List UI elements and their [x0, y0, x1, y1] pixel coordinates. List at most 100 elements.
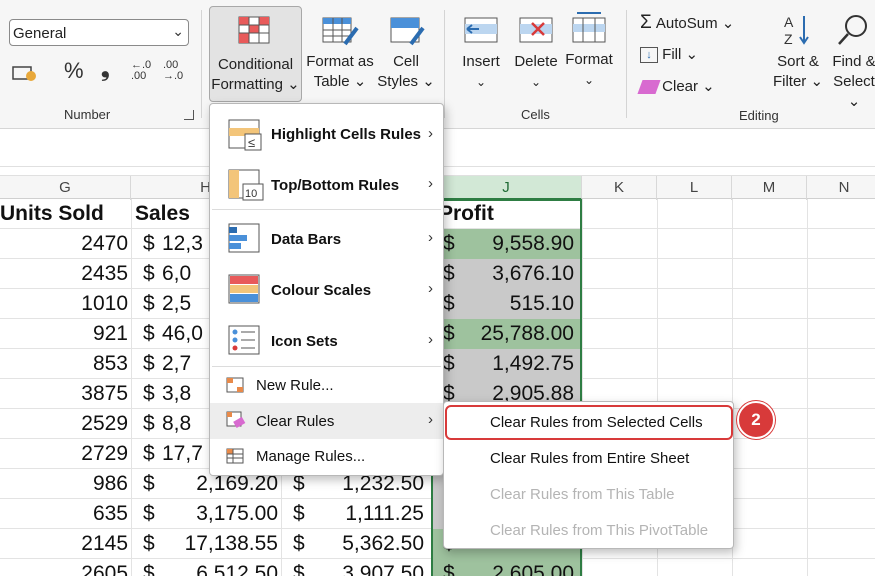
profit-i-cell[interactable]: 5,362.50 [310, 529, 424, 559]
column-header-m[interactable]: M [732, 176, 807, 200]
profit-cell[interactable]: $9,558.90 [432, 229, 580, 259]
currency-symbol[interactable]: $ [143, 319, 159, 349]
decrease-decimal-button[interactable]: .00 →.0 [163, 60, 183, 82]
units-sold-header[interactable]: Units Sold [0, 199, 104, 229]
currency-symbol[interactable]: $ [293, 559, 309, 576]
menu-item-manage-rules[interactable]: Manage Rules... [210, 440, 443, 473]
currency-symbol[interactable]: $ [143, 499, 159, 529]
accounting-format-icon[interactable] [12, 62, 38, 89]
fill-button[interactable]: ↓ Fill ⌄ [640, 45, 698, 64]
insert-button[interactable]: Insert ⌄ [455, 14, 507, 92]
svg-text:≤: ≤ [248, 135, 255, 150]
format-as-table-button[interactable]: Format as Table ⌄ [305, 14, 375, 92]
currency-symbol[interactable]: $ [293, 499, 309, 529]
currency-symbol[interactable]: $ [143, 229, 159, 259]
insert-label: Insert [462, 53, 500, 70]
insert-cells-icon [464, 17, 498, 43]
profit-i-cell[interactable]: 1,111.25 [310, 499, 424, 529]
units-sold-cell[interactable]: 2529 [0, 409, 128, 439]
units-sold-cell[interactable]: 2605 [0, 559, 128, 576]
sales-cell[interactable]: 3,175.00 [162, 499, 278, 529]
menu-item-data-bars[interactable]: Data Bars › [210, 216, 443, 262]
clear-rules-submenu: Clear Rules from Selected Cells Clear Ru… [443, 401, 734, 549]
units-sold-cell[interactable]: 635 [0, 499, 128, 529]
cell-styles-button[interactable]: Cell Styles ⌄ [376, 14, 436, 92]
currency-symbol[interactable]: $ [143, 349, 159, 379]
sales-cell[interactable]: 17,138.55 [162, 529, 278, 559]
units-sold-cell[interactable]: 853 [0, 349, 128, 379]
svg-text:Z: Z [784, 31, 793, 47]
profit-cell[interactable]: $25,788.00 [432, 319, 580, 349]
chevron-right-icon: › [428, 229, 433, 246]
conditional-formatting-icon [238, 16, 270, 44]
delete-label: Delete [514, 53, 558, 70]
conditional-formatting-button[interactable]: Conditional Formatting ⌄ [209, 6, 302, 102]
menu-item-clear-rules[interactable]: Clear Rules › [210, 403, 443, 439]
currency-symbol[interactable]: $ [143, 559, 159, 576]
units-sold-cell[interactable]: 986 [0, 469, 128, 499]
currency-symbol[interactable]: $ [143, 439, 159, 469]
menu-item-new-rule[interactable]: New Rule... [210, 369, 443, 402]
currency-symbol[interactable]: $ [143, 469, 159, 499]
profit-cell[interactable]: $515.10 [432, 289, 580, 319]
comma-style-button[interactable]: ❟ [101, 56, 110, 82]
sales-header[interactable]: Sales [135, 199, 190, 229]
highlight-cells-label: Highlight Cells Rules [271, 126, 422, 143]
sales-cell[interactable]: 6,512.50 [162, 559, 278, 576]
clear-button[interactable]: Clear ⌄ [637, 77, 715, 95]
currency-symbol[interactable]: $ [293, 529, 309, 559]
autosum-label: AutoSum ⌄ [655, 15, 735, 32]
menu-item-top-bottom-rules[interactable]: 10 Top/Bottom Rules › [210, 162, 443, 208]
profit-cell[interactable]: $2,605.00 [432, 559, 580, 576]
menu-item-icon-sets[interactable]: Icon Sets › [210, 318, 443, 364]
percent-style-button[interactable]: % [64, 58, 84, 84]
units-sold-cell[interactable]: 1010 [0, 289, 128, 319]
chevron-right-icon: › [428, 125, 433, 142]
format-button[interactable]: Format ⌄ [563, 8, 615, 90]
table-row: 635$3,175.00$1,111.25$ [0, 499, 875, 529]
clear-rules-entire-sheet[interactable]: Clear Rules from Entire Sheet [490, 450, 689, 467]
fat-label-line1: Format as [306, 53, 374, 70]
column-header-n[interactable]: N [807, 176, 875, 200]
column-header-g[interactable]: G [0, 176, 131, 200]
profit-header[interactable]: Profit [439, 199, 494, 229]
currency-symbol[interactable]: $ [143, 409, 159, 439]
conditional-formatting-menu: ≤ Highlight Cells Rules › 10 Top/Bottom … [209, 103, 444, 476]
dialog-launcher-icon[interactable] [184, 110, 194, 120]
profit-cell[interactable]: $1,492.75 [432, 349, 580, 379]
profit-cell[interactable]: $3,676.10 [432, 259, 580, 289]
number-format-value: General [13, 25, 67, 42]
autosum-button[interactable]: Σ AutoSum ⌄ [640, 12, 734, 34]
clear-rules-this-table: Clear Rules from This Table [490, 486, 675, 503]
units-sold-cell[interactable]: 2729 [0, 439, 128, 469]
profit-i-cell[interactable]: 3,907.50 [310, 559, 424, 576]
currency-symbol: $ [443, 322, 455, 345]
highlight-cells-icon: ≤ [228, 119, 262, 151]
sort-filter-button[interactable]: A Z Sort & Filter ⌄ [770, 12, 826, 92]
cs-label-line2: Styles ⌄ [377, 73, 435, 90]
units-sold-cell[interactable]: 2435 [0, 259, 128, 289]
chevron-right-icon: › [428, 280, 433, 297]
column-header-l[interactable]: L [657, 176, 732, 200]
number-format-dropdown[interactable]: General ⌄ [9, 19, 189, 46]
currency-symbol[interactable]: $ [143, 289, 159, 319]
column-header-j[interactable]: J [431, 176, 582, 200]
menu-item-colour-scales[interactable]: Colour Scales › [210, 267, 443, 313]
find-select-button[interactable]: Find & Select ⌄ [826, 12, 875, 112]
currency-symbol[interactable]: $ [143, 529, 159, 559]
clear-rules-selected-cells[interactable]: Clear Rules from Selected Cells [490, 414, 703, 431]
units-sold-cell[interactable]: 2145 [0, 529, 128, 559]
manage-rules-label: Manage Rules... [256, 448, 366, 465]
units-sold-cell[interactable]: 921 [0, 319, 128, 349]
units-sold-cell[interactable]: 2470 [0, 229, 128, 259]
units-sold-cell[interactable]: 3875 [0, 379, 128, 409]
icon-sets-label: Icon Sets [271, 333, 338, 350]
currency-symbol: $ [443, 232, 455, 255]
currency-symbol[interactable]: $ [143, 259, 159, 289]
increase-decimal-button[interactable]: ←.0.00 [131, 60, 151, 82]
column-header-k[interactable]: K [582, 176, 657, 200]
currency-symbol: $ [443, 562, 455, 576]
menu-item-highlight-cells-rules[interactable]: ≤ Highlight Cells Rules › [210, 112, 443, 158]
delete-button[interactable]: Delete ⌄ [510, 14, 562, 92]
currency-symbol[interactable]: $ [143, 379, 159, 409]
